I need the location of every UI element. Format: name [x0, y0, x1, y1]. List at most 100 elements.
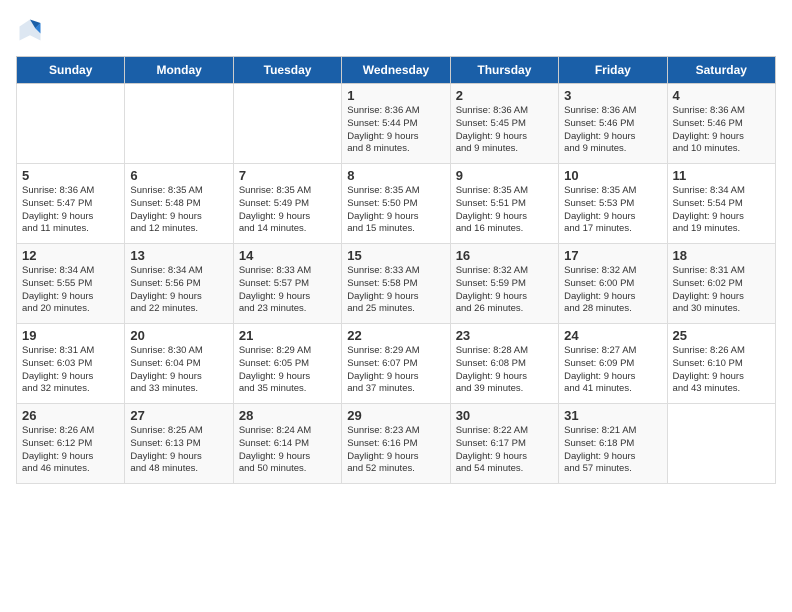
cell-info: Sunrise: 8:35 AM Sunset: 5:49 PM Dayligh…: [239, 185, 336, 236]
day-number: 13: [130, 248, 227, 263]
weekday-header-monday: Monday: [125, 57, 233, 84]
calendar-cell: 26 Sunrise: 8:26 AM Sunset: 6:12 PM Dayli…: [17, 404, 125, 484]
day-number: 25: [673, 328, 770, 343]
calendar-table: SundayMondayTuesdayWednesdayThursdayFrid…: [16, 56, 776, 484]
day-number: 30: [456, 408, 553, 423]
calendar-cell: 23Sunrise: 8:28 AM Sunset: 6:08 PM Dayli…: [450, 324, 558, 404]
cell-info: Sunrise: 8:27 AM Sunset: 6:09 PM Dayligh…: [564, 345, 661, 396]
day-number: 19: [22, 328, 119, 343]
cell-info: Sunrise: 8:32 AM Sunset: 5:59 PM Dayligh…: [456, 265, 553, 316]
calendar-cell: 11 Sunrise: 8:34 AM Sunset: 5:54 PM Dayli…: [667, 164, 775, 244]
cell-info: Sunrise: 8:26 AM Sunset: 6:10 PM Dayligh…: [673, 345, 770, 396]
cell-info: Sunrise: 8:36 AM Sunset: 5:44 PM Dayligh…: [347, 105, 444, 156]
calendar-cell: 24 Sunrise: 8:27 AM Sunset: 6:09 PM Dayli…: [559, 324, 667, 404]
cell-info: Sunrise: 8:36 AM Sunset: 5:45 PM Dayligh…: [456, 105, 553, 156]
cell-info: Sunrise: 8:34 AM Sunset: 5:56 PM Dayligh…: [130, 265, 227, 316]
calendar-cell: 5 Sunrise: 8:36 AM Sunset: 5:47 PM Daylig…: [17, 164, 125, 244]
day-number: 28: [239, 408, 336, 423]
calendar-cell: [17, 84, 125, 164]
day-number: 6: [130, 168, 227, 183]
day-number: 3: [564, 88, 661, 103]
cell-info: Sunrise: 8:36 AM Sunset: 5:47 PM Dayligh…: [22, 185, 119, 236]
day-number: 29: [347, 408, 444, 423]
weekday-header-sunday: Sunday: [17, 57, 125, 84]
day-number: 16: [456, 248, 553, 263]
cell-info: Sunrise: 8:29 AM Sunset: 6:05 PM Dayligh…: [239, 345, 336, 396]
calendar-cell: 3 Sunrise: 8:36 AM Sunset: 5:46 PM Daylig…: [559, 84, 667, 164]
calendar-cell: 9 Sunrise: 8:35 AM Sunset: 5:51 PM Daylig…: [450, 164, 558, 244]
cell-info: Sunrise: 8:35 AM Sunset: 5:53 PM Dayligh…: [564, 185, 661, 236]
weekday-header-friday: Friday: [559, 57, 667, 84]
cell-info: Sunrise: 8:26 AM Sunset: 6:12 PM Dayligh…: [22, 425, 119, 476]
weekday-header-thursday: Thursday: [450, 57, 558, 84]
day-number: 17: [564, 248, 661, 263]
cell-info: Sunrise: 8:24 AM Sunset: 6:14 PM Dayligh…: [239, 425, 336, 476]
calendar-cell: [125, 84, 233, 164]
calendar-cell: 25 Sunrise: 8:26 AM Sunset: 6:10 PM Dayli…: [667, 324, 775, 404]
calendar-cell: 17 Sunrise: 8:32 AM Sunset: 6:00 PM Dayli…: [559, 244, 667, 324]
cell-info: Sunrise: 8:35 AM Sunset: 5:48 PM Dayligh…: [130, 185, 227, 236]
calendar-cell: 22Sunrise: 8:29 AM Sunset: 6:07 PM Dayli…: [342, 324, 450, 404]
calendar-cell: 14 Sunrise: 8:33 AM Sunset: 5:57 PM Dayli…: [233, 244, 341, 324]
calendar-cell: 30Sunrise: 8:22 AM Sunset: 6:17 PM Dayli…: [450, 404, 558, 484]
calendar-cell: 27 Sunrise: 8:25 AM Sunset: 6:13 PM Dayli…: [125, 404, 233, 484]
calendar-cell: 4 Sunrise: 8:36 AM Sunset: 5:46 PM Daylig…: [667, 84, 775, 164]
day-number: 20: [130, 328, 227, 343]
calendar-cell: 28 Sunrise: 8:24 AM Sunset: 6:14 PM Dayli…: [233, 404, 341, 484]
calendar-cell: 13 Sunrise: 8:34 AM Sunset: 5:56 PM Dayli…: [125, 244, 233, 324]
day-number: 18: [673, 248, 770, 263]
calendar-cell: 18 Sunrise: 8:31 AM Sunset: 6:02 PM Dayli…: [667, 244, 775, 324]
calendar-cell: 7 Sunrise: 8:35 AM Sunset: 5:49 PM Daylig…: [233, 164, 341, 244]
day-number: 21: [239, 328, 336, 343]
logo: [16, 16, 48, 44]
cell-info: Sunrise: 8:35 AM Sunset: 5:51 PM Dayligh…: [456, 185, 553, 236]
calendar-cell: 29 Sunrise: 8:23 AM Sunset: 6:16 PM Dayli…: [342, 404, 450, 484]
calendar-cell: 1 Sunrise: 8:36 AM Sunset: 5:44 PM Daylig…: [342, 84, 450, 164]
calendar-cell: 15 Sunrise: 8:33 AM Sunset: 5:58 PM Dayli…: [342, 244, 450, 324]
cell-info: Sunrise: 8:35 AM Sunset: 5:50 PM Dayligh…: [347, 185, 444, 236]
calendar-cell: 16 Sunrise: 8:32 AM Sunset: 5:59 PM Dayli…: [450, 244, 558, 324]
day-number: 12: [22, 248, 119, 263]
day-number: 26: [22, 408, 119, 423]
calendar-cell: 31 Sunrise: 8:21 AM Sunset: 6:18 PM Dayli…: [559, 404, 667, 484]
cell-info: Sunrise: 8:34 AM Sunset: 5:54 PM Dayligh…: [673, 185, 770, 236]
cell-info: Sunrise: 8:34 AM Sunset: 5:55 PM Dayligh…: [22, 265, 119, 316]
day-number: 8: [347, 168, 444, 183]
cell-info: Sunrise: 8:23 AM Sunset: 6:16 PM Dayligh…: [347, 425, 444, 476]
day-number: 23: [456, 328, 553, 343]
cell-info: Sunrise: 8:31 AM Sunset: 6:02 PM Dayligh…: [673, 265, 770, 316]
cell-info: Sunrise: 8:21 AM Sunset: 6:18 PM Dayligh…: [564, 425, 661, 476]
day-number: 4: [673, 88, 770, 103]
day-number: 1: [347, 88, 444, 103]
calendar-cell: 6 Sunrise: 8:35 AM Sunset: 5:48 PM Daylig…: [125, 164, 233, 244]
calendar-cell: [667, 404, 775, 484]
cell-info: Sunrise: 8:25 AM Sunset: 6:13 PM Dayligh…: [130, 425, 227, 476]
day-number: 11: [673, 168, 770, 183]
calendar-cell: 21 Sunrise: 8:29 AM Sunset: 6:05 PM Dayli…: [233, 324, 341, 404]
page-header: [16, 16, 776, 44]
day-number: 15: [347, 248, 444, 263]
cell-info: Sunrise: 8:32 AM Sunset: 6:00 PM Dayligh…: [564, 265, 661, 316]
weekday-header-wednesday: Wednesday: [342, 57, 450, 84]
cell-info: Sunrise: 8:36 AM Sunset: 5:46 PM Dayligh…: [673, 105, 770, 156]
day-number: 7: [239, 168, 336, 183]
cell-info: Sunrise: 8:33 AM Sunset: 5:57 PM Dayligh…: [239, 265, 336, 316]
day-number: 27: [130, 408, 227, 423]
cell-info: Sunrise: 8:36 AM Sunset: 5:46 PM Dayligh…: [564, 105, 661, 156]
weekday-header-tuesday: Tuesday: [233, 57, 341, 84]
cell-info: Sunrise: 8:29 AM Sunset: 6:07 PM Dayligh…: [347, 345, 444, 396]
day-number: 24: [564, 328, 661, 343]
cell-info: Sunrise: 8:33 AM Sunset: 5:58 PM Dayligh…: [347, 265, 444, 316]
logo-icon: [16, 16, 44, 44]
day-number: 14: [239, 248, 336, 263]
calendar-cell: [233, 84, 341, 164]
day-number: 31: [564, 408, 661, 423]
weekday-header-saturday: Saturday: [667, 57, 775, 84]
day-number: 9: [456, 168, 553, 183]
calendar-cell: 8 Sunrise: 8:35 AM Sunset: 5:50 PM Daylig…: [342, 164, 450, 244]
day-number: 5: [22, 168, 119, 183]
cell-info: Sunrise: 8:30 AM Sunset: 6:04 PM Dayligh…: [130, 345, 227, 396]
calendar-cell: 10Sunrise: 8:35 AM Sunset: 5:53 PM Dayli…: [559, 164, 667, 244]
calendar-cell: 20 Sunrise: 8:30 AM Sunset: 6:04 PM Dayli…: [125, 324, 233, 404]
calendar-cell: 2Sunrise: 8:36 AM Sunset: 5:45 PM Daylig…: [450, 84, 558, 164]
